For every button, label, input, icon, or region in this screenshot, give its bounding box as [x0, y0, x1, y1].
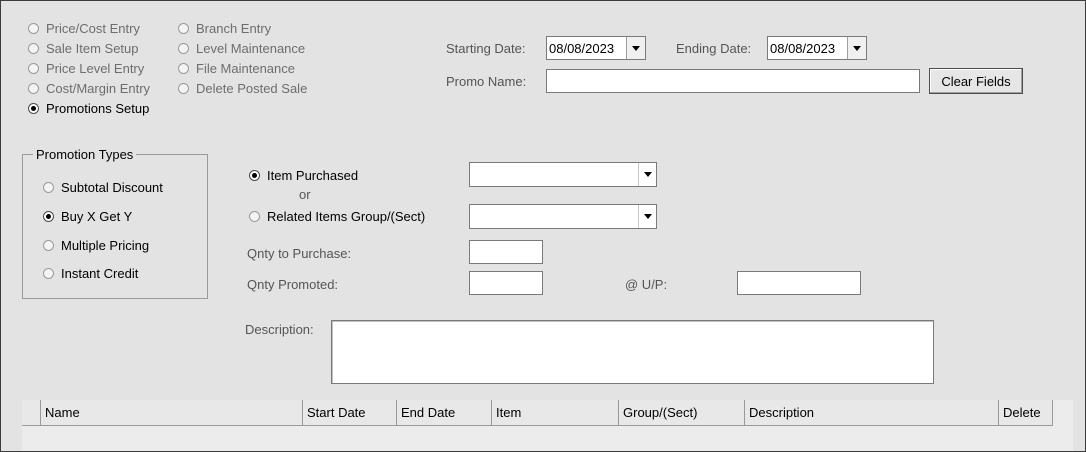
radio-selected-icon [249, 169, 260, 181]
column-header-end-date[interactable]: End Date [397, 400, 492, 426]
starting-date-picker[interactable]: 08/08/2023 [546, 36, 646, 60]
column-header-delete[interactable]: Delete [999, 400, 1053, 426]
radio-multiple-pricing[interactable]: Multiple Pricing [43, 236, 149, 254]
radio-unselected-icon [28, 22, 39, 34]
description-label: Description: [245, 322, 314, 337]
unit-price-label: @ U/P: [625, 277, 668, 292]
radio-label: Promotions Setup [46, 100, 150, 116]
promotions-grid[interactable]: Name Start Date End Date Item Group/(Sec… [22, 400, 1073, 451]
clear-fields-button[interactable]: Clear Fields [929, 68, 1023, 94]
radio-unselected-icon [249, 210, 260, 222]
radio-label: Related Items Group/(Sect) [267, 208, 426, 224]
radio-label: Delete Posted Sale [196, 80, 308, 96]
radio-instant-credit[interactable]: Instant Credit [43, 264, 138, 282]
radio-unselected-icon [28, 82, 39, 94]
radio-label: Multiple Pricing [61, 237, 150, 253]
starting-date-value: 08/08/2023 [549, 40, 615, 56]
dropdown-arrow-icon[interactable] [626, 37, 645, 59]
radio-subtotal-discount[interactable]: Subtotal Discount [43, 178, 163, 196]
radio-delete-posted-sale[interactable]: Delete Posted Sale [178, 79, 307, 97]
radio-unselected-icon [43, 181, 54, 193]
ending-date-label: Ending Date: [676, 41, 752, 56]
radio-label: Item Purchased [267, 167, 359, 183]
radio-level-maintenance[interactable]: Level Maintenance [178, 39, 305, 57]
radio-unselected-icon [43, 267, 54, 279]
radio-unselected-icon [43, 239, 54, 251]
radio-label: Instant Credit [61, 265, 139, 281]
or-label: or [299, 187, 311, 202]
promotion-types-title: Promotion Types [33, 147, 137, 162]
qnty-promoted-input[interactable] [469, 271, 543, 295]
qnty-purchase-input[interactable] [469, 240, 543, 264]
radio-label: File Maintenance [196, 60, 295, 76]
radio-price-cost-entry[interactable]: Price/Cost Entry [28, 19, 140, 37]
dropdown-arrow-icon[interactable] [638, 205, 656, 228]
promotions-window: Price/Cost Entry Sale Item Setup Price L… [0, 0, 1086, 452]
qnty-purchase-label: Qnty to Purchase: [247, 246, 352, 261]
radio-selected-icon [28, 102, 39, 114]
related-group-combo[interactable] [469, 204, 657, 229]
radio-cost-margin-entry[interactable]: Cost/Margin Entry [28, 79, 150, 97]
radio-label: Sale Item Setup [46, 40, 139, 56]
promo-name-label: Promo Name: [446, 74, 527, 89]
dropdown-arrow-icon[interactable] [638, 163, 656, 186]
column-header-start-date[interactable]: Start Date [303, 400, 397, 426]
radio-unselected-icon [178, 42, 189, 54]
item-purchased-combo[interactable] [469, 162, 657, 187]
radio-sale-item-setup[interactable]: Sale Item Setup [28, 39, 139, 57]
ending-date-value: 08/08/2023 [770, 40, 836, 56]
column-header-item[interactable]: Item [492, 400, 619, 426]
radio-item-purchased[interactable]: Item Purchased [249, 166, 358, 184]
radio-related-items-group[interactable]: Related Items Group/(Sect) [249, 207, 425, 225]
radio-label: Subtotal Discount [61, 179, 163, 195]
starting-date-label: Starting Date: [446, 41, 526, 56]
qnty-promoted-label: Qnty Promoted: [247, 277, 339, 292]
radio-unselected-icon [28, 42, 39, 54]
radio-selected-icon [43, 210, 54, 222]
radio-branch-entry[interactable]: Branch Entry [178, 19, 271, 37]
radio-label: Price Level Entry [46, 60, 145, 76]
column-header-group-sect[interactable]: Group/(Sect) [619, 400, 745, 426]
grid-header: Name Start Date End Date Item Group/(Sec… [22, 400, 1053, 426]
promo-name-input[interactable] [546, 69, 920, 93]
ending-date-picker[interactable]: 08/08/2023 [767, 36, 867, 60]
unit-price-input[interactable] [737, 271, 861, 295]
radio-promotions-setup[interactable]: Promotions Setup [28, 99, 149, 117]
description-textarea[interactable] [331, 320, 934, 384]
radio-label: Branch Entry [196, 20, 272, 36]
radio-unselected-icon [178, 22, 189, 34]
radio-label: Cost/Margin Entry [46, 80, 151, 96]
dropdown-arrow-icon[interactable] [847, 37, 866, 59]
column-header-name[interactable]: Name [41, 400, 303, 426]
radio-unselected-icon [178, 82, 189, 94]
row-header-corner [22, 400, 41, 426]
radio-buy-x-get-y[interactable]: Buy X Get Y [43, 207, 132, 225]
radio-label: Level Maintenance [196, 40, 306, 56]
radio-unselected-icon [178, 62, 189, 74]
column-header-description[interactable]: Description [745, 400, 999, 426]
radio-unselected-icon [28, 62, 39, 74]
radio-price-level-entry[interactable]: Price Level Entry [28, 59, 144, 77]
radio-label: Price/Cost Entry [46, 20, 140, 36]
radio-file-maintenance[interactable]: File Maintenance [178, 59, 295, 77]
radio-label: Buy X Get Y [61, 208, 133, 224]
